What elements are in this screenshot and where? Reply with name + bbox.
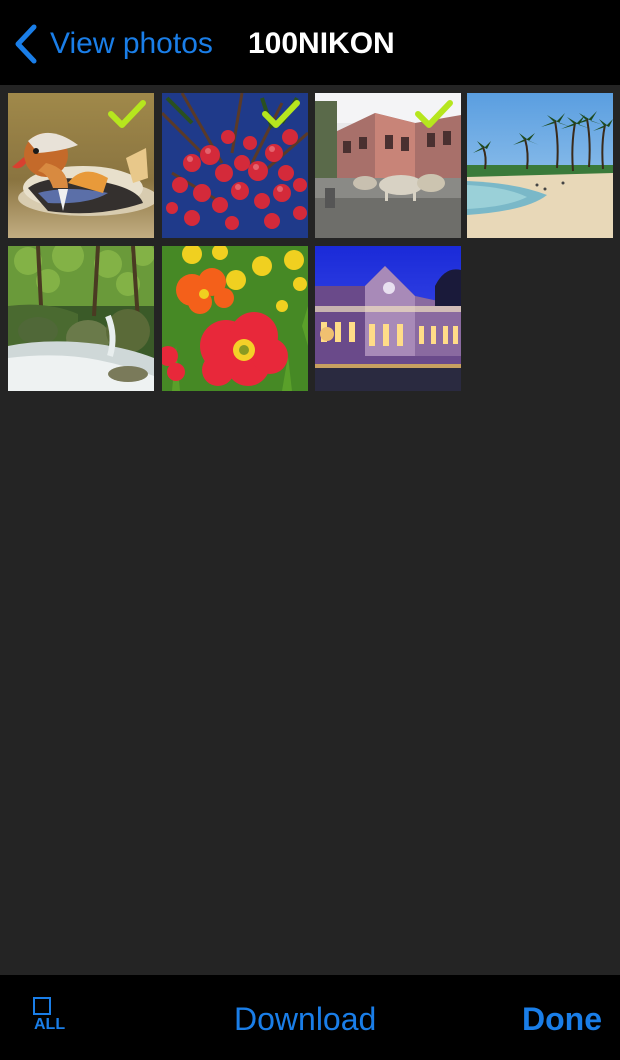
checkmark-icon xyxy=(415,100,453,128)
checkmark-icon xyxy=(262,100,300,128)
back-button[interactable]: View photos xyxy=(14,22,213,66)
poppy-flowers-image xyxy=(162,246,308,391)
checkmark-icon xyxy=(108,100,146,128)
select-all-label: ALL xyxy=(34,1016,66,1033)
forest-stream-image xyxy=(8,246,154,391)
photo-thumbnail-mandarin-duck[interactable] xyxy=(8,93,154,238)
download-button[interactable]: Download xyxy=(234,999,376,1039)
bottom-toolbar: ALL Download Done xyxy=(0,975,620,1060)
photo-thumbnail-forest-stream[interactable] xyxy=(8,246,154,391)
photo-thumbnail-lit-building-dusk[interactable] xyxy=(315,246,461,391)
lit-building-dusk-image xyxy=(315,246,461,391)
navigation-bar: View photos 100NIKON xyxy=(0,0,620,85)
photo-thumbnail-red-berries[interactable] xyxy=(162,93,308,238)
folder-title: 100NIKON xyxy=(248,27,395,60)
done-button[interactable]: Done xyxy=(522,999,602,1039)
photo-thumbnail-palm-beach[interactable] xyxy=(467,93,613,238)
palm-beach-image xyxy=(467,93,613,238)
photo-thumbnail-street-cattle[interactable] xyxy=(315,93,461,238)
select-all-button[interactable]: ALL xyxy=(30,997,74,1041)
select-all-checkbox-icon xyxy=(33,997,51,1015)
photo-picker-screen: View photos 100NIKON ALL Download Done xyxy=(0,0,620,1060)
chevron-left-icon xyxy=(15,24,37,64)
back-button-label: View photos xyxy=(50,27,213,60)
photo-thumbnail-poppy-flowers[interactable] xyxy=(162,246,308,391)
